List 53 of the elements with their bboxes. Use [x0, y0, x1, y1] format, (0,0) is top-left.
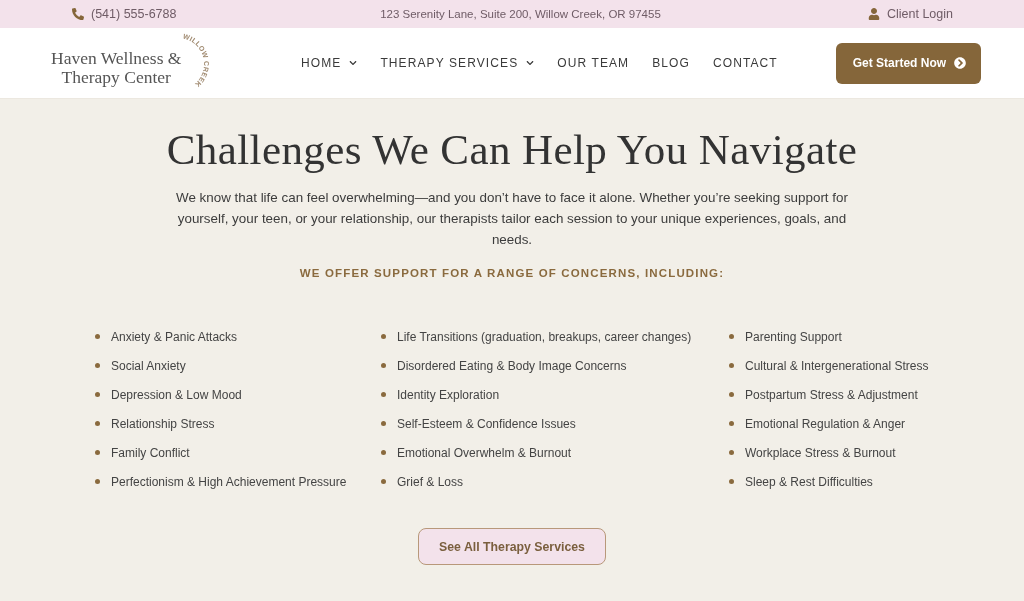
- bullet-icon: [381, 334, 386, 339]
- concern-item: Depression & Low Mood: [111, 387, 242, 402]
- concern-item: Cultural & Intergenerational Stress: [745, 358, 929, 373]
- nav-link[interactable]: CONTACT: [712, 56, 778, 70]
- phone-link[interactable]: (541) 555-6788: [72, 7, 177, 21]
- bullet-icon: [381, 479, 386, 484]
- bullet-icon: [95, 363, 100, 368]
- concern-item: Sleep & Rest Difficulties: [745, 474, 873, 489]
- bullet-icon: [381, 392, 386, 397]
- bullet-icon: [95, 334, 100, 339]
- nav-link[interactable]: HOME: [301, 56, 358, 70]
- intro-paragraph: We know that life can feel overwhelming—and you don’t have to face it alone. Whether you’re seeking support for yourself, your teen, or your relationship, our therapists tailor each session to your unique experiences, goals, and needs.: [175, 189, 849, 249]
- bullet-icon: [729, 479, 734, 484]
- concern-item: Anxiety & Panic Attacks: [111, 329, 238, 344]
- section-heading: Challenges We Can Help You Navigate: [166, 125, 858, 175]
- concern-item: Self-Esteem & Confidence Issues: [397, 416, 576, 431]
- bullet-icon: [729, 421, 734, 426]
- concern-item: Perfectionism & High Achievement Pressure: [111, 474, 347, 489]
- concern-item: Grief & Loss: [397, 474, 464, 489]
- concerns-subheading: WE OFFER SUPPORT FOR A RANGE OF CONCERNS, INCLUDING:: [299, 266, 725, 281]
- address-text: 123 Serenity Lane, Suite 200, Willow Creek, OR 97455: [380, 8, 661, 20]
- bullet-icon: [381, 450, 386, 455]
- bullet-icon: [95, 392, 100, 397]
- bullet-icon: [729, 392, 734, 397]
- get-started-button[interactable]: Get Started Now: [835, 42, 982, 84]
- phone-icon: [72, 8, 84, 20]
- concern-item: Workplace Stress & Burnout: [745, 445, 896, 460]
- logo-wordmark: Haven Wellness & Therapy Center: [51, 48, 182, 87]
- bullet-icon: [381, 363, 386, 368]
- client-login-link[interactable]: Client Login: [868, 7, 953, 21]
- nav-link[interactable]: BLOG: [652, 56, 690, 70]
- bullet-icon: [95, 479, 100, 484]
- concern-item: Family Conflict: [111, 445, 190, 460]
- nav-link[interactable]: THERAPY SERVICES: [380, 56, 535, 70]
- concern-item: Postpartum Stress & Adjustment: [745, 387, 918, 402]
- concern-item: Life Transitions (graduation, breakups, career changes): [397, 329, 692, 344]
- user-icon: [868, 8, 880, 20]
- bullet-icon: [95, 421, 100, 426]
- circle-chevron-right-icon: [954, 57, 967, 69]
- concern-item: Social Anxiety: [111, 358, 186, 373]
- bullet-icon: [95, 450, 100, 455]
- concern-item: Emotional Overwhelm & Burnout: [397, 445, 572, 460]
- see-all-services-button[interactable]: See All Therapy Services: [418, 528, 606, 565]
- bullet-icon: [729, 363, 734, 368]
- concern-item: Parenting Support: [745, 329, 842, 344]
- bullet-icon: [381, 421, 386, 426]
- bullet-icon: [729, 334, 734, 339]
- bullet-icon: [729, 450, 734, 455]
- concern-item: Identity Exploration: [397, 387, 500, 402]
- concern-item: Relationship Stress: [111, 416, 215, 431]
- nav-link[interactable]: OUR TEAM: [557, 56, 630, 70]
- concern-item: Disordered Eating & Body Image Concerns: [397, 358, 627, 373]
- concern-item: Emotional Regulation & Anger: [745, 416, 906, 431]
